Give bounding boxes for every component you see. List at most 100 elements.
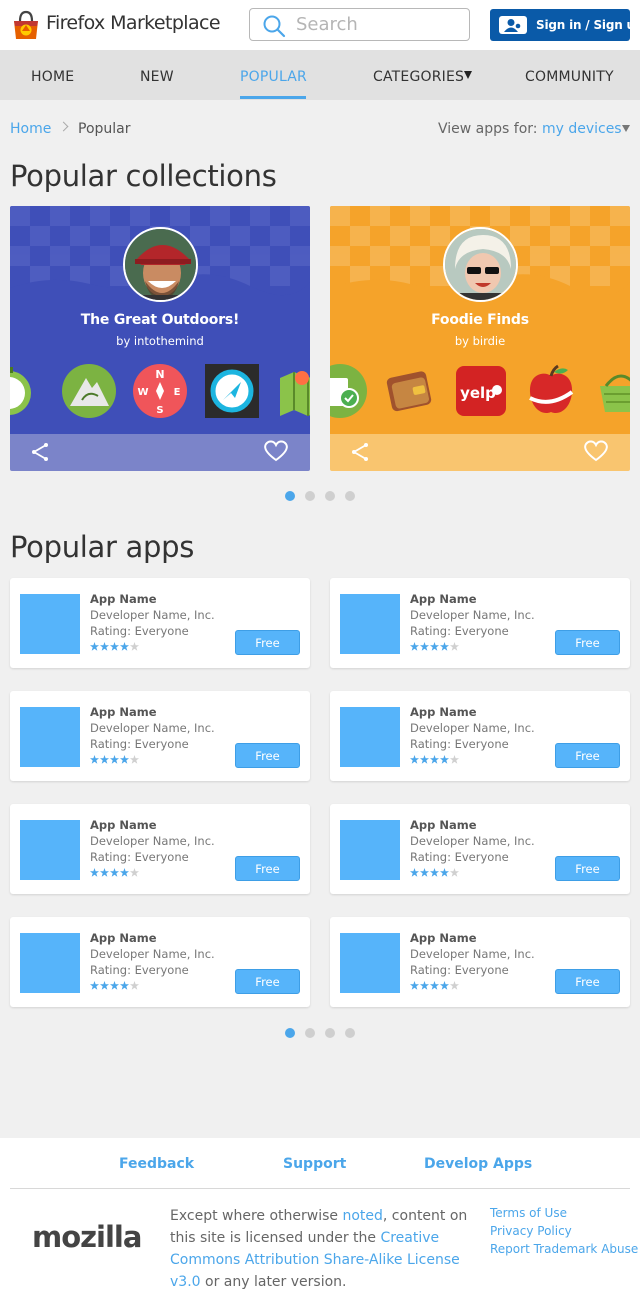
app-icon[interactable]	[20, 820, 80, 880]
feedback-link[interactable]: Feedback	[119, 1156, 194, 1172]
star-icon	[90, 755, 99, 764]
app-name[interactable]: App Name	[90, 592, 157, 606]
pager-dot[interactable]	[345, 491, 355, 501]
report-trademark-link[interactable]: Report Trademark Abuse	[490, 1242, 638, 1256]
app-icon[interactable]	[340, 933, 400, 993]
breadcrumb-home[interactable]: Home	[10, 121, 51, 137]
app-name[interactable]: App Name	[410, 818, 477, 832]
yelp-app-icon[interactable]: yelp	[454, 364, 508, 418]
brand-name[interactable]: Firefox Marketplace	[46, 12, 221, 34]
pager-dot[interactable]	[325, 1028, 335, 1038]
pager-dot[interactable]	[325, 491, 335, 501]
view-apps-for: View apps for: my devices	[438, 121, 622, 137]
collection-author: by intothemind	[116, 334, 204, 348]
pager-dot[interactable]	[345, 1028, 355, 1038]
star-icon	[420, 755, 429, 764]
compass-app-icon[interactable]: N W E S	[133, 364, 187, 418]
app-name[interactable]: App Name	[410, 592, 477, 606]
app-developer: Developer Name, Inc.	[410, 947, 535, 961]
app-rating: Rating: Everyone	[90, 737, 189, 751]
terms-link[interactable]: Terms of Use	[490, 1206, 567, 1220]
install-button[interactable]: Free	[235, 969, 300, 994]
collection-card[interactable]: Foodie Finds by birdie yelp	[330, 206, 630, 471]
site-header: Firefox Marketplace Sign in / Sign up	[0, 0, 640, 50]
pager-dot[interactable]	[285, 1028, 295, 1038]
app-card[interactable]: App Name Developer Name, Inc. Rating: Ever…	[10, 917, 310, 1007]
app-icon[interactable]	[340, 594, 400, 654]
map-app-icon[interactable]	[278, 364, 310, 418]
develop-apps-link[interactable]: Develop Apps	[424, 1156, 532, 1172]
star-icon	[100, 868, 109, 877]
support-link[interactable]: Support	[283, 1156, 346, 1172]
install-button[interactable]: Free	[555, 856, 620, 881]
nav-popular[interactable]: POPULAR	[240, 69, 307, 85]
install-button[interactable]: Free	[555, 969, 620, 994]
footer-divider	[10, 1188, 630, 1189]
mountain-app-icon[interactable]	[62, 364, 116, 418]
app-card[interactable]: App Name Developer Name, Inc. Rating: Ever…	[10, 578, 310, 668]
app-icon[interactable]	[20, 594, 80, 654]
install-button[interactable]: Free	[555, 630, 620, 655]
app-rating: Rating: Everyone	[90, 624, 189, 638]
navigation-app-icon[interactable]	[205, 364, 259, 418]
nav-community[interactable]: COMMUNITY	[525, 69, 614, 85]
search-input[interactable]	[296, 12, 461, 37]
app-name[interactable]: App Name	[90, 931, 157, 945]
app-name[interactable]: App Name	[90, 705, 157, 719]
apple-app-icon[interactable]	[524, 364, 578, 418]
app-rating: Rating: Everyone	[410, 963, 509, 977]
heart-icon[interactable]	[263, 440, 289, 462]
device-dropdown-icon[interactable]	[622, 125, 630, 132]
grocery-app-icon[interactable]	[330, 364, 367, 418]
app-name[interactable]: App Name	[90, 818, 157, 832]
share-icon[interactable]	[351, 442, 371, 462]
app-card[interactable]: App Name Developer Name, Inc. Rating: Ever…	[330, 691, 630, 781]
device-selector[interactable]: my devices	[542, 121, 622, 137]
basket-app-icon[interactable]	[594, 364, 630, 418]
firefox-marketplace-logo[interactable]	[10, 9, 42, 41]
chevron-down-icon[interactable]	[464, 71, 472, 79]
pager-dot[interactable]	[305, 491, 315, 501]
nav-home[interactable]: HOME	[31, 69, 74, 85]
avatar[interactable]	[123, 227, 198, 302]
star-icon	[440, 642, 449, 651]
collection-card[interactable]: The Great Outdoors! by intothemind N W E…	[10, 206, 310, 471]
sign-in-button[interactable]: Sign in / Sign up	[490, 9, 640, 41]
nav-new[interactable]: NEW	[140, 69, 174, 85]
app-card[interactable]: App Name Developer Name, Inc. Rating: Ever…	[10, 804, 310, 894]
app-name[interactable]: App Name	[410, 705, 477, 719]
mozilla-logo[interactable]: mozilla	[32, 1220, 142, 1254]
app-icon[interactable]	[340, 820, 400, 880]
heart-icon[interactable]	[583, 440, 609, 462]
wallet-app-icon[interactable]	[383, 364, 437, 418]
svg-text:S: S	[156, 405, 163, 416]
nav-categories[interactable]: CATEGORIES	[373, 69, 464, 85]
app-card[interactable]: App Name Developer Name, Inc. Rating: Ever…	[330, 917, 630, 1007]
noted-link[interactable]: noted	[342, 1208, 382, 1224]
star-icon	[410, 868, 419, 877]
pager-dot[interactable]	[285, 491, 295, 501]
app-icon[interactable]	[20, 933, 80, 993]
star-icon	[100, 642, 109, 651]
app-name[interactable]: App Name	[410, 931, 477, 945]
install-button[interactable]: Free	[235, 743, 300, 768]
avatar[interactable]	[443, 227, 518, 302]
pager-dot[interactable]	[305, 1028, 315, 1038]
share-icon[interactable]	[31, 442, 51, 462]
app-card[interactable]: App Name Developer Name, Inc. Rating: Ever…	[330, 804, 630, 894]
app-card[interactable]: App Name Developer Name, Inc. Rating: Ever…	[10, 691, 310, 781]
app-developer: Developer Name, Inc.	[90, 608, 215, 622]
install-button[interactable]: Free	[235, 856, 300, 881]
search-box[interactable]	[249, 8, 470, 41]
svg-text:W: W	[137, 387, 148, 398]
install-button[interactable]: Free	[235, 630, 300, 655]
privacy-link[interactable]: Privacy Policy	[490, 1224, 572, 1238]
app-card[interactable]: App Name Developer Name, Inc. Rating: Ever…	[330, 578, 630, 668]
collection-title: The Great Outdoors!	[80, 312, 240, 328]
install-button[interactable]: Free	[555, 743, 620, 768]
app-icon[interactable]	[20, 707, 80, 767]
collection-title: Foodie Finds	[431, 312, 529, 328]
stopwatch-app-icon[interactable]	[10, 364, 36, 418]
star-icon	[440, 981, 449, 990]
app-icon[interactable]	[340, 707, 400, 767]
